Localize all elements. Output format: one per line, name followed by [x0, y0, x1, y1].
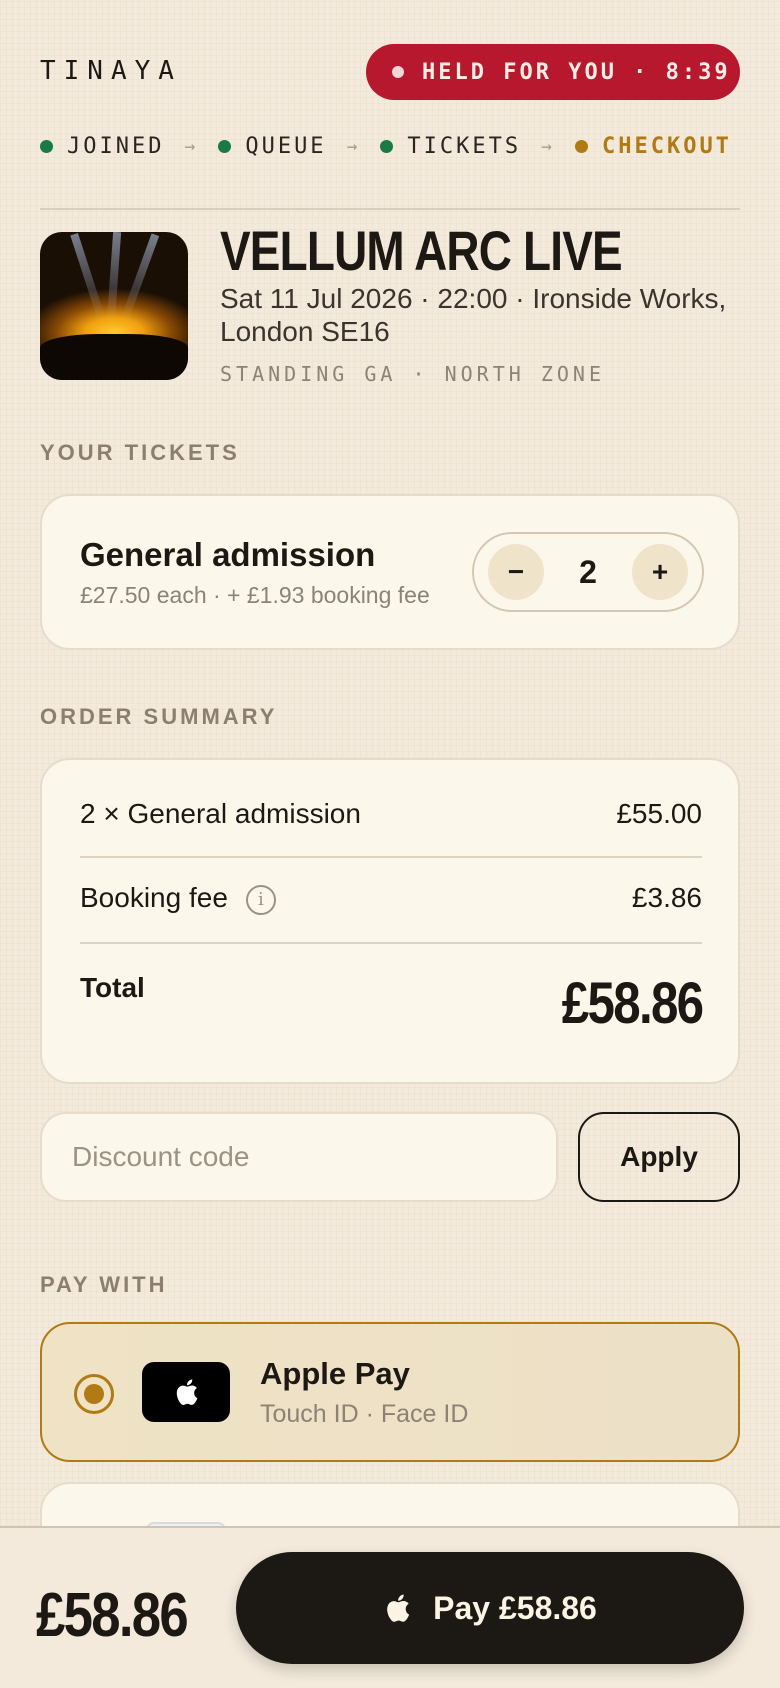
checkout-footer: £58.86 Pay £58.86 [0, 1526, 780, 1688]
quantity-stepper[interactable]: − 2 + [472, 532, 704, 612]
line-item-value: £55.00 [616, 798, 702, 829]
fee-label: Booking fee [80, 882, 228, 913]
step-label: JOINED [67, 134, 165, 159]
fee-value: £3.86 [631, 882, 702, 913]
summary-divider [80, 856, 702, 858]
hold-timer-badge: HELD FOR YOU · 8:39 [366, 44, 740, 100]
step-checkout: CHECKOUT [574, 134, 732, 159]
event-thumbnail [40, 232, 188, 380]
pay-button[interactable]: Pay £58.86 [236, 1552, 744, 1664]
ticket-price-line: £27.50 each · + £1.93 booking fee [80, 582, 430, 608]
step-done-dot-icon [380, 140, 394, 153]
event-title: VELLUM ARC LIVE [220, 219, 623, 282]
summary-divider [80, 942, 702, 944]
selected-radio-icon[interactable] [74, 1374, 114, 1414]
arrow-right-icon: → [346, 136, 361, 157]
arrow-right-icon: → [541, 136, 555, 157]
total-value: £58.86 [561, 971, 703, 1036]
step-label: TICKETS [407, 134, 522, 159]
increase-quantity-button[interactable]: + [632, 544, 688, 600]
step-label: QUEUE [245, 134, 327, 159]
footer-total: £58.86 [36, 1581, 189, 1650]
event-zone: STANDING GA · NORTH ZONE [220, 362, 605, 386]
payment-method-name: Apple Pay [260, 1356, 410, 1391]
brand-logo: TINAYA [40, 56, 182, 86]
summary-fee-row: Booking fee i £3.86 [80, 882, 702, 915]
step-queue: QUEUE [218, 134, 326, 159]
step-joined: JOINED [40, 134, 164, 159]
hold-timer-label: HELD FOR YOU · 8:39 [422, 59, 731, 85]
payment-section-label: PAY WITH [40, 1272, 168, 1297]
apple-logo-icon [142, 1362, 230, 1422]
apply-discount-button[interactable]: Apply [578, 1112, 740, 1202]
total-label: Total [80, 972, 145, 1003]
step-done-dot-icon [218, 140, 232, 153]
arrow-right-icon: → [184, 136, 199, 157]
checkout-progress: JOINED → QUEUE → TICKETS → CHECKOUT [40, 134, 740, 159]
event-meta: Sat 11 Jul 2026 · 22:00 · Ironside Works… [220, 283, 727, 347]
info-icon[interactable]: i [245, 884, 276, 915]
tickets-section-label: YOUR TICKETS [40, 440, 240, 465]
pay-button-label: Pay £58.86 [433, 1589, 597, 1626]
summary-section-label: ORDER SUMMARY [40, 704, 278, 729]
discount-code-input[interactable] [72, 1141, 556, 1173]
payment-method-sub: Touch ID · Face ID [260, 1400, 469, 1428]
ticket-card: General admission £27.50 each · + £1.93 … [40, 494, 740, 650]
order-summary-card: 2 × General admission £55.00 Booking fee… [40, 758, 740, 1084]
ticket-type-name: General admission [80, 536, 376, 573]
step-tickets: TICKETS [380, 134, 521, 159]
summary-line-item: 2 × General admission £55.00 [80, 798, 702, 830]
hold-dot-icon [392, 66, 404, 78]
step-done-dot-icon [40, 140, 53, 153]
apple-logo-icon [387, 1594, 410, 1622]
payment-option-apple-pay[interactable]: Apple Pay Touch ID · Face ID [40, 1322, 740, 1462]
discount-field[interactable] [40, 1112, 558, 1202]
header-divider [40, 208, 740, 210]
step-active-dot-icon [574, 140, 588, 153]
step-label: CHECKOUT [601, 134, 732, 159]
line-item-label: 2 × General admission [80, 798, 361, 829]
